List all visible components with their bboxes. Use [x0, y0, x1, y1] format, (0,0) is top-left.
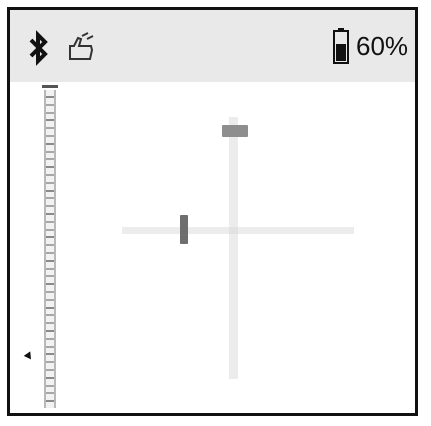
ruler-tick	[46, 400, 54, 403]
ruler-tick	[46, 392, 54, 395]
ruler-tick	[46, 236, 54, 239]
hand-tilt-icon	[69, 32, 94, 60]
ruler-tick	[46, 275, 54, 278]
ruler-tick	[46, 283, 54, 286]
battery-percentage: 60%	[356, 31, 409, 61]
ruler-tick	[46, 135, 54, 137]
ruler-tick	[46, 298, 54, 301]
ruler-tick	[46, 337, 54, 340]
ruler-tick	[46, 384, 54, 387]
ruler-top-line	[42, 85, 58, 88]
ruler-tick	[46, 322, 54, 325]
ruler-tick	[46, 103, 54, 106]
ruler-tick	[46, 96, 54, 98]
ruler-tick	[46, 213, 54, 215]
battery-icon	[333, 28, 349, 64]
crosshair-center	[229, 227, 238, 234]
ruler-tick	[46, 174, 54, 176]
horizontal-axis-track	[122, 227, 354, 234]
ruler-tick	[46, 353, 54, 356]
ruler-tick	[46, 150, 54, 153]
status-bar: 60%	[10, 10, 415, 82]
bluetooth-icon	[29, 30, 48, 66]
ruler-tick	[46, 345, 54, 348]
ruler-tick	[46, 111, 54, 114]
ruler-tick	[46, 369, 54, 371]
ruler-tick	[46, 142, 54, 145]
ruler-tick	[46, 166, 54, 169]
ruler-tick	[46, 127, 54, 130]
ruler-tick	[46, 259, 54, 262]
ruler-tick	[46, 252, 54, 254]
ruler-tick	[46, 330, 54, 332]
ruler-tick	[46, 197, 54, 200]
ruler-tick	[46, 189, 54, 192]
ruler-tick	[46, 244, 54, 247]
ruler-tick	[46, 228, 54, 231]
ruler-tick	[46, 267, 54, 270]
ruler-tick	[46, 119, 54, 122]
ruler-tick	[46, 361, 54, 364]
ruler-tick	[46, 291, 54, 293]
device-screen: 60%	[7, 7, 418, 416]
ruler-tick	[46, 158, 54, 161]
horizontal-tilt-indicator	[180, 215, 188, 244]
ruler-pointer-icon	[23, 351, 35, 362]
ruler-tick	[46, 220, 54, 223]
vertical-tilt-indicator	[222, 125, 248, 137]
ruler-tick	[46, 181, 54, 184]
ruler-tick	[46, 306, 54, 309]
vertical-axis-track	[229, 117, 238, 379]
ruler-tick	[46, 314, 54, 317]
ruler-tick	[46, 376, 54, 379]
level-display	[10, 82, 415, 413]
ruler-tick	[46, 205, 54, 208]
